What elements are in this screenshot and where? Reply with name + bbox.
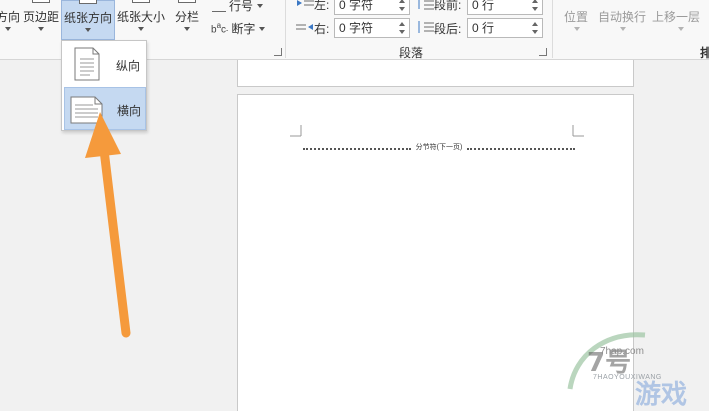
group-divider — [285, 0, 286, 58]
portrait-page-icon — [74, 47, 100, 81]
paper-orientation-button[interactable]: 纸张方向 — [61, 0, 115, 40]
space-before-icon — [418, 0, 434, 10]
paragraph-launcher-icon[interactable] — [539, 48, 547, 56]
wrap-text-button[interactable]: 自动换行 — [598, 8, 646, 25]
paper-size-icon — [132, 0, 150, 3]
watermark-url: 7hap.com — [600, 346, 644, 357]
position-button[interactable]: 位置 — [564, 8, 588, 25]
columns-icon — [178, 0, 196, 3]
space-before-spinner[interactable]: 0 行 — [467, 0, 543, 15]
chevron-down-icon — [257, 3, 264, 8]
chevron-down-icon — [184, 27, 190, 31]
section-break-label: 分节符(下一页) — [411, 142, 467, 152]
previous-page — [237, 60, 634, 87]
watermark-subtitle: 7HAOYOUXIWANG — [593, 374, 662, 381]
indent-left-spinner[interactable]: 0 字符 — [334, 0, 410, 15]
indent-right-spinner[interactable]: 0 字符 — [334, 18, 410, 38]
line-numbers-button[interactable]: 行号 — [212, 0, 264, 14]
menu-item-landscape[interactable]: 横向 — [64, 87, 146, 130]
space-after-icon — [418, 21, 434, 33]
indent-right-icon — [296, 24, 313, 30]
space-before-value: 0 行 — [472, 0, 495, 12]
svg-text:游戏: 游戏 — [635, 380, 687, 409]
arrange-group-label: 排 — [700, 46, 709, 60]
indent-left-icon — [297, 0, 314, 6]
watermark-logo-icon: 7号 游戏 — [567, 332, 687, 409]
paper-size-label: 纸张大小 — [116, 10, 165, 24]
menu-item-label: 纵向 — [116, 59, 141, 73]
bring-forward-button[interactable]: 上移一层 — [652, 8, 700, 25]
space-before-label: 段前: — [434, 0, 462, 12]
group-divider — [552, 0, 553, 58]
chevron-down-icon — [259, 26, 266, 31]
spinner-arrows-icon[interactable] — [399, 20, 407, 36]
chevron-down-icon — [5, 27, 11, 31]
line-numbers-icon — [212, 0, 226, 12]
paper-orientation-label: 纸张方向 — [63, 11, 112, 25]
landscape-page-icon — [70, 96, 103, 124]
hyphenation-icon: bac- — [211, 20, 229, 36]
space-after-spinner[interactable]: 0 行 — [467, 18, 543, 38]
margins-icon — [32, 0, 50, 3]
orientation-partial-label: 方向 — [0, 10, 21, 24]
spinner-arrows-icon[interactable] — [399, 0, 407, 13]
chevron-down-icon — [85, 28, 91, 32]
menu-item-label: 横向 — [117, 104, 142, 118]
margins-label: 页边距 — [22, 10, 59, 24]
orientation-icon — [79, 0, 97, 4]
watermark: 7号 游戏 — [525, 325, 709, 411]
chevron-down-icon — [138, 27, 144, 31]
page-setup-launcher-icon[interactable] — [274, 48, 282, 56]
orientation-menu: 纵向 横向 — [61, 40, 147, 131]
margin-corner-icon — [290, 125, 302, 137]
chevron-down-icon — [574, 27, 580, 31]
hyphenation-button[interactable]: bac- 断字 — [211, 20, 266, 37]
menu-item-portrait[interactable]: 纵向 — [64, 43, 146, 86]
chevron-down-icon — [678, 27, 684, 31]
spinner-arrows-icon[interactable] — [532, 20, 540, 36]
indent-left-value: 0 字符 — [339, 0, 374, 12]
indent-right-value: 0 字符 — [339, 21, 374, 35]
hyphenation-label: 断字 — [231, 22, 256, 36]
section-break: 分节符(下一页) — [303, 142, 575, 152]
orientation-button-partial[interactable]: 方向 — [0, 0, 20, 40]
chevron-down-icon — [620, 27, 626, 31]
paper-size-button[interactable]: 纸张大小 — [115, 0, 167, 40]
columns-label: 分栏 — [174, 10, 199, 24]
spinner-arrows-icon[interactable] — [532, 0, 540, 13]
line-numbers-label: 行号 — [229, 0, 254, 13]
space-after-value: 0 行 — [472, 21, 495, 35]
space-after-label: 段后: — [434, 22, 462, 36]
margins-button[interactable]: 页边距 — [21, 0, 61, 40]
margin-corner-icon — [572, 125, 584, 137]
paragraph-group-label: 段落 — [399, 46, 424, 60]
indent-left-label: 左: — [314, 0, 330, 12]
chevron-down-icon — [38, 27, 44, 31]
columns-button[interactable]: 分栏 — [171, 0, 203, 40]
indent-right-label: 右: — [314, 22, 330, 36]
